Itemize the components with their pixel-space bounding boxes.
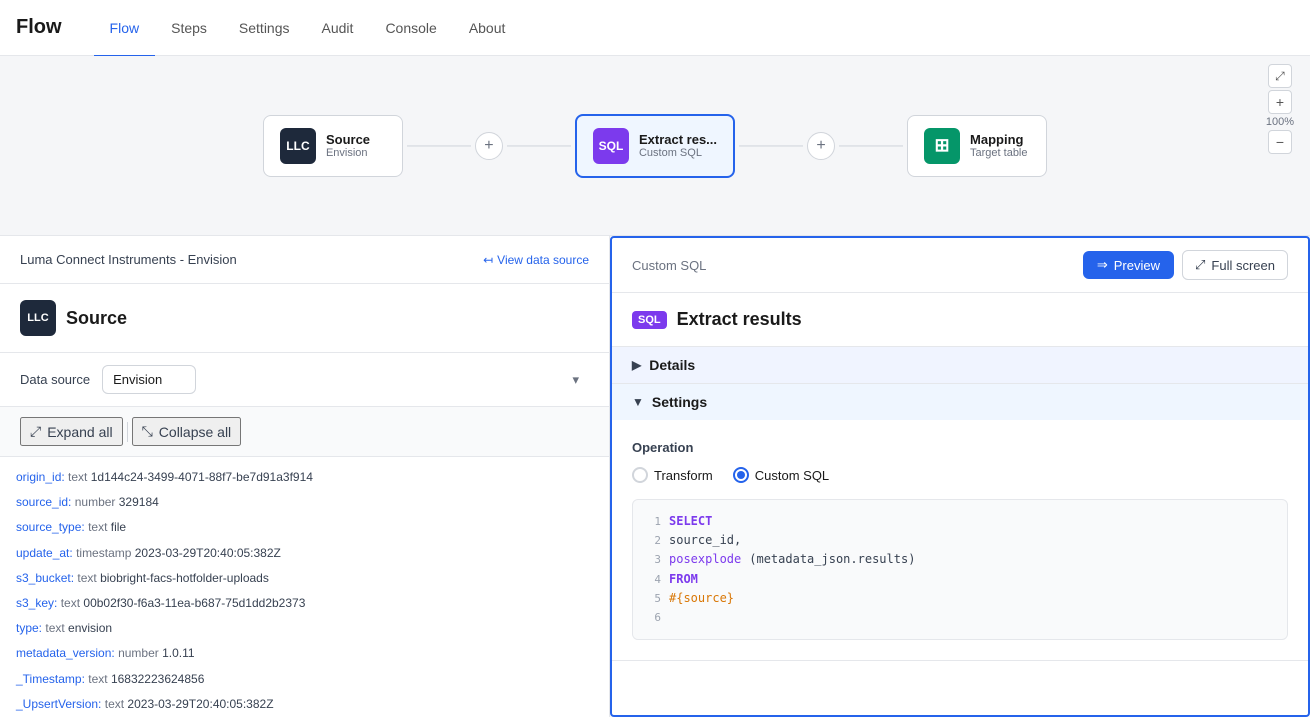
right-panel: Custom SQL ⇒ Preview ⤢ Full screen SQL E… [610, 236, 1310, 717]
fullscreen-btn[interactable]: ⤢ Full screen [1182, 250, 1288, 280]
list-item: type: text envision [16, 616, 593, 641]
tab-audit[interactable]: Audit [306, 1, 370, 57]
mapping-node-subtitle: Target table [970, 147, 1027, 159]
list-item: s3_bucket: text biobright-facs-hotfolder… [16, 566, 593, 591]
add-node-btn-2[interactable]: + [807, 132, 835, 160]
source-node-icon: LLC [280, 128, 316, 164]
expand-collapse-bar: ⤢ Expand all ⤡ Collapse all [0, 407, 609, 457]
code-line-6: 6 [645, 608, 1275, 627]
connector-3: ———— [735, 137, 807, 155]
flow-canvas: LLC Source Envision ———— + ———— SQL Extr… [0, 56, 1310, 236]
zoom-controls: ⤢ + 100% − [1266, 64, 1294, 154]
connector-2: ———— [503, 137, 575, 155]
app-title: Flow [16, 16, 62, 39]
extract-results-header: SQL Extract results [612, 293, 1308, 347]
list-item: source_type: text file [16, 515, 593, 540]
right-panel-header: Custom SQL ⇒ Preview ⤢ Full screen [612, 238, 1308, 293]
tab-console[interactable]: Console [369, 1, 452, 57]
flow-node-source[interactable]: LLC Source Envision [263, 115, 403, 177]
operation-label: Operation [632, 440, 1288, 455]
details-collapse-icon: ▶ [632, 358, 641, 372]
radio-custom-sql-circle [733, 467, 749, 483]
settings-collapse-icon: ▼ [632, 395, 644, 409]
flow-nodes: LLC Source Envision ———— + ———— SQL Extr… [263, 114, 1047, 178]
settings-accordion: ▼ Settings Operation Transform Custom SQ… [612, 384, 1308, 661]
code-line-3: 3 posexplode (metadata_json.results) [645, 550, 1275, 569]
source-section-icon: LLC [20, 300, 56, 336]
source-section-title: Source [66, 308, 127, 329]
details-label: Details [649, 357, 695, 373]
tab-steps[interactable]: Steps [155, 1, 223, 57]
radio-custom-sql[interactable]: Custom SQL [733, 467, 829, 483]
flow-node-mapping[interactable]: ⊞ Mapping Target table [907, 115, 1047, 177]
extract-node-title: Extract res... [639, 132, 717, 147]
list-item: source_id: number 329184 [16, 490, 593, 515]
list-item: update_at: timestamp 2023-03-29T20:40:05… [16, 541, 593, 566]
zoom-level: 100% [1266, 116, 1294, 128]
top-nav: Flow Flow Steps Settings Audit Console A… [0, 0, 1310, 56]
radio-custom-sql-label: Custom SQL [755, 468, 829, 483]
left-panel: Luma Connect Instruments - Envision ↤ Vi… [0, 236, 610, 717]
code-line-4: 4 FROM [645, 570, 1275, 589]
list-item: _Timestamp: text 16832223624856 [16, 667, 593, 692]
details-accordion-header[interactable]: ▶ Details [612, 347, 1308, 383]
main-content: Luma Connect Instruments - Envision ↤ Vi… [0, 236, 1310, 717]
list-item: s3_key: text 00b02f30-f6a3-11ea-b687-75d… [16, 591, 593, 616]
mapping-node-icon: ⊞ [924, 128, 960, 164]
list-item: origin_id: text 1d144c24-3499-4071-88f7-… [16, 465, 593, 490]
data-source-select[interactable]: Envision [102, 365, 196, 394]
list-item: _UpsertVersion: text 2023-03-29T20:40:05… [16, 692, 593, 717]
details-accordion: ▶ Details [612, 347, 1308, 384]
extract-results-title: Extract results [677, 309, 802, 330]
radio-group: Transform Custom SQL [632, 467, 1288, 483]
left-panel-title: Luma Connect Instruments - Envision [20, 252, 237, 267]
settings-label: Settings [652, 394, 707, 410]
sql-badge: SQL [632, 311, 667, 329]
radio-transform-label: Transform [654, 468, 713, 483]
expand-all-btn[interactable]: ⤢ Expand all [20, 417, 123, 446]
extract-node-subtitle: Custom SQL [639, 147, 717, 159]
left-panel-header: Luma Connect Instruments - Envision ↤ Vi… [0, 236, 609, 284]
code-line-2: 2 source_id, [645, 531, 1275, 550]
schema-list: origin_id: text 1d144c24-3499-4071-88f7-… [0, 457, 609, 717]
zoom-out-btn[interactable]: − [1268, 130, 1292, 154]
data-source-row: Data source Envision [0, 353, 609, 407]
code-line-5: 5 #{source} [645, 589, 1275, 608]
flow-node-extract[interactable]: SQL Extract res... Custom SQL [575, 114, 735, 178]
source-node-subtitle: Envision [326, 147, 370, 159]
code-line-1: 1 SELECT [645, 512, 1275, 531]
expand-collapse-divider [127, 422, 128, 442]
source-section: LLC Source [0, 284, 609, 353]
extract-node-icon: SQL [593, 128, 629, 164]
add-node-btn-1[interactable]: + [475, 132, 503, 160]
settings-accordion-header[interactable]: ▼ Settings [612, 384, 1308, 420]
mapping-node-title: Mapping [970, 132, 1027, 147]
source-node-title: Source [326, 132, 370, 147]
connector-1: ———— [403, 137, 475, 155]
connector-4: ———— [835, 137, 907, 155]
data-source-label: Data source [20, 372, 90, 387]
list-item: metadata_version: number 1.0.11 [16, 641, 593, 666]
preview-btn[interactable]: ⇒ Preview [1083, 251, 1174, 279]
header-actions: ⇒ Preview ⤢ Full screen [1083, 250, 1288, 280]
tab-about[interactable]: About [453, 1, 522, 57]
code-editor[interactable]: 1 SELECT 2 source_id, 3 posexplode (meta… [632, 499, 1288, 640]
radio-transform-circle [632, 467, 648, 483]
radio-transform[interactable]: Transform [632, 467, 713, 483]
data-source-select-wrapper: Envision [102, 365, 589, 394]
tab-flow[interactable]: Flow [94, 1, 156, 57]
tab-settings[interactable]: Settings [223, 1, 306, 57]
right-panel-title: Custom SQL [632, 258, 706, 273]
fullscreen-canvas-btn[interactable]: ⤢ [1268, 64, 1292, 88]
nav-tabs: Flow Steps Settings Audit Console About [94, 0, 522, 56]
zoom-in-btn[interactable]: + [1268, 90, 1292, 114]
settings-content: Operation Transform Custom SQL 1 SELECT [612, 420, 1308, 660]
collapse-all-btn[interactable]: ⤡ Collapse all [132, 417, 242, 446]
view-datasource-link[interactable]: ↤ View data source [483, 253, 589, 267]
